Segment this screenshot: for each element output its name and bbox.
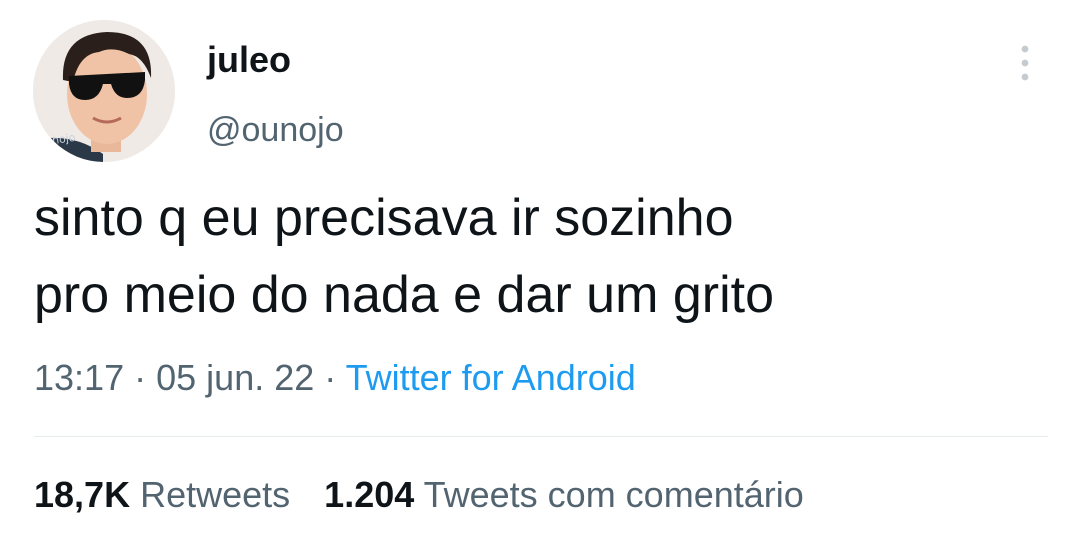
- tweet-date[interactable]: 05 jun. 22: [156, 357, 314, 398]
- retweets-stat[interactable]: 18,7K Retweets: [34, 474, 290, 515]
- tweet-source-link[interactable]: Twitter for Android: [346, 357, 636, 398]
- tweet-text: sinto q eu precisava ir sozinho pro meio…: [34, 189, 774, 324]
- meta-separator: ·: [324, 357, 337, 398]
- tweet-card: ounojo juleo @ounojo sinto q eu precisav…: [0, 0, 1080, 546]
- retweets-label: Retweets: [140, 474, 291, 515]
- more-vertical-icon: [1021, 45, 1029, 81]
- quote-tweets-label: Tweets com comentário: [423, 474, 804, 515]
- quote-tweets-count: 1.204: [324, 474, 415, 515]
- tweet-meta: 13:17 · 05 jun. 22 · Twitter for Android: [34, 355, 636, 401]
- avatar-image: ounojo: [33, 20, 175, 162]
- tweet-time[interactable]: 13:17: [34, 357, 124, 398]
- tweet-stats: 18,7K Retweets 1.204 Tweets com comentári…: [34, 472, 804, 518]
- meta-separator: ·: [134, 357, 147, 398]
- more-options-button[interactable]: [1008, 40, 1042, 86]
- display-name[interactable]: juleo: [207, 38, 291, 82]
- divider: [34, 436, 1048, 437]
- avatar[interactable]: ounojo: [33, 20, 175, 162]
- quote-tweets-stat[interactable]: 1.204 Tweets com comentário: [324, 474, 804, 515]
- retweets-count: 18,7K: [34, 474, 131, 515]
- user-handle[interactable]: @ounojo: [207, 109, 344, 151]
